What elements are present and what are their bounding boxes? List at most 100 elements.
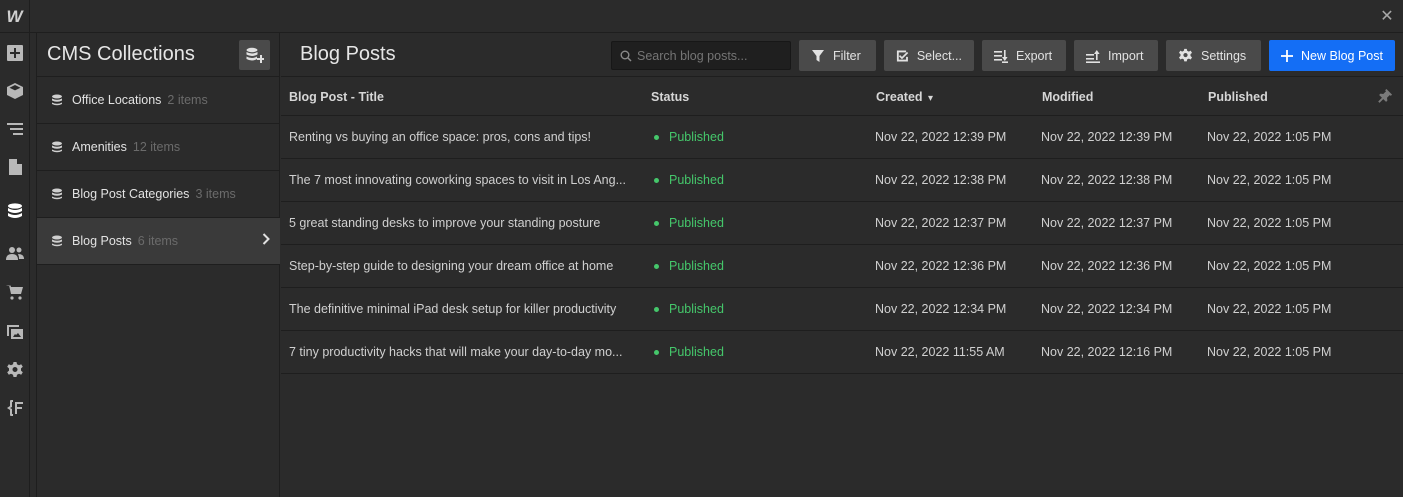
published-date: Nov 22, 2022 1:05 PM [1207, 302, 1332, 316]
search-input[interactable] [637, 48, 782, 63]
top-bar: W ✕ [0, 0, 1403, 33]
status-badge: Published [669, 302, 724, 316]
modified-date: Nov 22, 2022 12:36 PM [1041, 259, 1173, 273]
left-rail [0, 33, 30, 497]
post-title: Step-by-step guide to designing your dre… [289, 259, 614, 273]
pages-icon[interactable] [0, 149, 30, 185]
collection-item-office-locations[interactable]: Office Locations 2 items [37, 77, 280, 124]
collection-count: 3 items [195, 187, 236, 201]
sort-desc-icon: ▾ [928, 93, 934, 104]
created-date: Nov 22, 2022 12:39 PM [875, 130, 1007, 144]
users-icon[interactable] [0, 235, 30, 271]
chevron-right-icon [262, 232, 270, 248]
status-dot-icon [654, 178, 659, 183]
table-row[interactable]: 7 tiny productivity hacks that will make… [281, 331, 1403, 374]
table-row[interactable]: Step-by-step guide to designing your dre… [281, 245, 1403, 288]
collection-name: Office Locations [72, 93, 162, 107]
database-icon [51, 188, 63, 200]
status-badge: Published [669, 216, 724, 230]
published-date: Nov 22, 2022 1:05 PM [1207, 345, 1332, 359]
page-title: Blog Posts [300, 43, 396, 65]
settings-label: Settings [1201, 48, 1247, 63]
post-title: The definitive minimal iPad desk setup f… [289, 302, 617, 316]
published-date: Nov 22, 2022 1:05 PM [1207, 259, 1332, 273]
add-panel-icon[interactable] [0, 35, 30, 71]
status-dot-icon [654, 350, 659, 355]
navigator-icon[interactable] [0, 111, 30, 147]
status-dot-icon [654, 221, 659, 226]
table-row[interactable]: 5 great standing desks to improve your s… [281, 202, 1403, 245]
checkbox-icon [896, 50, 909, 61]
assets-icon[interactable] [0, 313, 30, 349]
table-row[interactable]: The definitive minimal iPad desk setup f… [281, 288, 1403, 331]
add-collection-button[interactable] [239, 40, 270, 70]
collection-name: Amenities [72, 140, 127, 154]
select-button[interactable]: Select... [884, 40, 974, 71]
column-header-created[interactable]: Created ▾ [876, 90, 933, 104]
published-date: Nov 22, 2022 1:05 PM [1207, 130, 1332, 144]
created-date: Nov 22, 2022 12:38 PM [875, 173, 1007, 187]
logic-icon[interactable] [0, 390, 30, 426]
components-icon[interactable] [0, 73, 30, 109]
post-title: Renting vs buying an office space: pros,… [289, 130, 592, 144]
search-box[interactable] [611, 41, 791, 70]
status-dot-icon [654, 135, 659, 140]
status-badge: Published [669, 173, 724, 187]
status-badge: Published [669, 259, 724, 273]
collection-name: Blog Posts [72, 234, 132, 248]
import-icon [1086, 49, 1100, 63]
column-header-modified[interactable]: Modified [1042, 90, 1093, 104]
close-button[interactable]: ✕ [1377, 6, 1397, 26]
select-label: Select... [916, 48, 962, 63]
import-label: Import [1108, 48, 1144, 63]
column-header-published[interactable]: Published [1208, 90, 1268, 104]
collection-item-blog-post-categories[interactable]: Blog Post Categories 3 items [37, 171, 280, 218]
settings-icon[interactable] [0, 352, 30, 388]
column-header-title[interactable]: Blog Post - Title [289, 90, 384, 104]
status-badge: Published [669, 130, 724, 144]
published-date: Nov 22, 2022 1:05 PM [1207, 173, 1332, 187]
status-dot-icon [654, 307, 659, 312]
table-header: Blog Post - Title Status Created ▾ Modif… [281, 77, 1403, 116]
created-date: Nov 22, 2022 12:36 PM [875, 259, 1007, 273]
ecommerce-icon[interactable] [0, 274, 30, 310]
filter-label: Filter [833, 48, 861, 63]
collections-panel: CMS Collections Office Locations 2 items… [37, 33, 280, 497]
collection-count: 6 items [137, 234, 179, 248]
import-button[interactable]: Import [1074, 40, 1158, 71]
filter-button[interactable]: Filter [799, 40, 876, 71]
export-icon [994, 49, 1008, 63]
collection-name: Blog Post Categories [72, 187, 190, 201]
modified-date: Nov 22, 2022 12:16 PM [1041, 345, 1173, 359]
post-title: 7 tiny productivity hacks that will make… [289, 345, 623, 359]
search-icon [620, 50, 632, 62]
collections-title: CMS Collections [47, 43, 195, 65]
modified-date: Nov 22, 2022 12:38 PM [1041, 173, 1173, 187]
gear-icon [1179, 48, 1192, 62]
modified-date: Nov 22, 2022 12:37 PM [1041, 216, 1173, 230]
main-panel: Blog Posts Filter Select... Export Impor… [281, 33, 1403, 497]
filter-icon [812, 49, 824, 62]
collection-item-blog-posts[interactable]: Blog Posts 6 items [37, 218, 280, 265]
export-label: Export [1016, 48, 1053, 63]
new-blog-post-button[interactable]: New Blog Post [1269, 40, 1395, 71]
created-date: Nov 22, 2022 12:37 PM [875, 216, 1007, 230]
column-header-created-label: Created [876, 90, 923, 104]
main-header: Blog Posts Filter Select... Export Impor… [281, 33, 1403, 77]
table-row[interactable]: The 7 most innovating coworking spaces t… [281, 159, 1403, 202]
created-date: Nov 22, 2022 11:55 AM [875, 345, 1005, 359]
published-date: Nov 22, 2022 1:05 PM [1207, 216, 1332, 230]
column-header-status[interactable]: Status [651, 90, 689, 104]
table-row[interactable]: Renting vs buying an office space: pros,… [281, 116, 1403, 159]
pin-icon[interactable] [1378, 88, 1393, 108]
created-date: Nov 22, 2022 12:34 PM [875, 302, 1007, 316]
cms-app: W ✕ CMS Collections Office Locations 2 i… [0, 0, 1403, 497]
database-icon [51, 235, 63, 247]
webflow-logo[interactable]: W [0, 0, 30, 33]
settings-button[interactable]: Settings [1166, 40, 1261, 71]
plus-icon [1281, 49, 1293, 62]
modified-date: Nov 22, 2022 12:34 PM [1041, 302, 1173, 316]
export-button[interactable]: Export [982, 40, 1066, 71]
collection-item-amenities[interactable]: Amenities 12 items [37, 124, 280, 171]
cms-icon[interactable] [0, 193, 30, 229]
